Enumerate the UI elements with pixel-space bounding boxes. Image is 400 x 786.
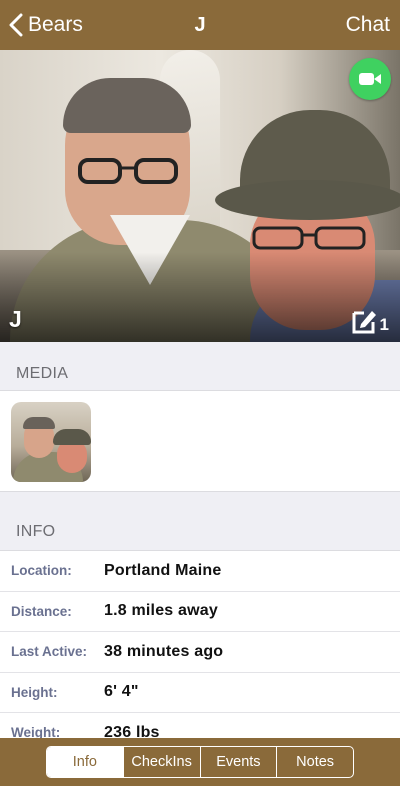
chevron-left-icon (9, 13, 23, 37)
profile-screen: Bears J Chat J 1 MEDIA INFO Location: Po… (0, 0, 400, 786)
video-camera-icon (359, 73, 381, 85)
tab-checkins[interactable]: CheckIns (122, 747, 200, 777)
edit-note-icon (352, 311, 376, 334)
info-section-header: INFO (16, 523, 56, 540)
tab-events[interactable]: Events (199, 747, 277, 777)
info-row-weight: Weight: 236 lbs (0, 713, 400, 738)
info-label: Height: (11, 684, 58, 700)
info-value: 6' 4" (104, 683, 139, 701)
info-value: 236 lbs (104, 723, 160, 738)
media-gallery (0, 390, 400, 492)
info-label: Distance: (11, 603, 72, 619)
profile-name: J (9, 306, 22, 332)
info-value: 1.8 miles away (104, 602, 218, 620)
tab-notes[interactable]: Notes (276, 747, 353, 777)
notes-count: 1 (379, 315, 389, 334)
info-row-last-active: Last Active: 38 minutes ago (0, 632, 400, 673)
media-thumbnail[interactable] (11, 402, 91, 482)
back-label: Bears (28, 13, 83, 36)
info-value: 38 minutes ago (104, 642, 224, 660)
info-label: Last Active: (11, 644, 88, 660)
media-section-header: MEDIA (16, 365, 69, 382)
info-label: Location: (11, 563, 72, 579)
info-row-location: Location: Portland Maine (0, 551, 400, 592)
tab-info[interactable]: Info (47, 747, 123, 777)
info-row-height: Height: 6' 4" (0, 673, 400, 713)
info-list: Location: Portland Maine Distance: 1.8 m… (0, 550, 400, 738)
bottom-tab-bar: Info CheckIns Events Notes (0, 738, 400, 786)
segmented-control: Info CheckIns Events Notes (46, 746, 354, 778)
back-button[interactable]: Bears (8, 0, 83, 50)
profile-photo[interactable] (0, 50, 400, 342)
edit-notes-button[interactable]: 1 (350, 307, 389, 335)
video-call-button[interactable] (349, 58, 391, 100)
info-row-distance: Distance: 1.8 miles away (0, 592, 400, 632)
info-value: Portland Maine (104, 561, 222, 579)
chat-button[interactable]: Chat (346, 0, 390, 50)
navigation-bar: Bears J Chat (0, 0, 400, 50)
info-label: Weight: (11, 725, 61, 738)
